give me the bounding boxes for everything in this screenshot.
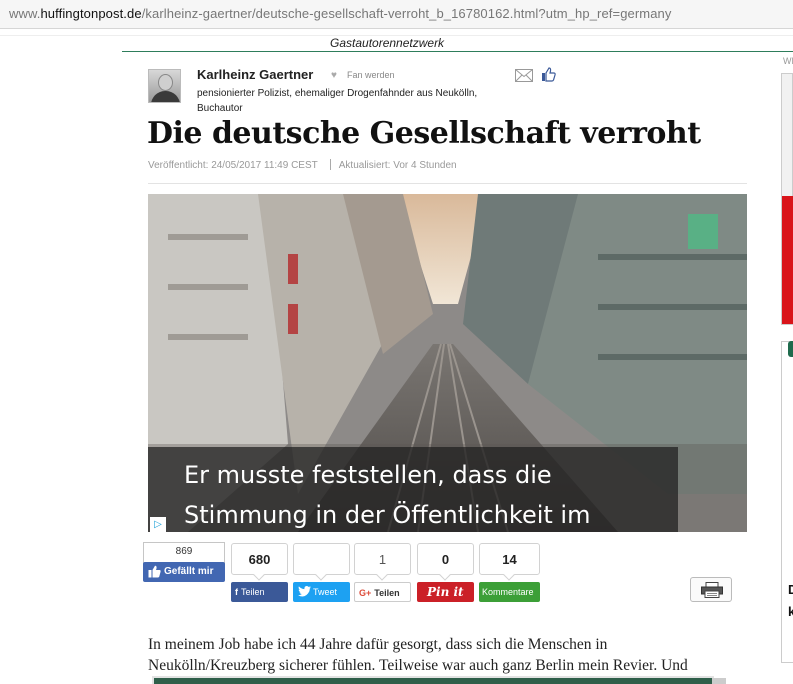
embedded-content-strip[interactable] — [152, 676, 714, 684]
google-plus-icon: G+ — [359, 588, 372, 598]
updated-date: Aktualisiert: Vor 4 Stunden — [338, 160, 457, 171]
fb-like-button[interactable]: Gefällt mir — [143, 562, 225, 582]
facebook-share-label: Teilen — [241, 587, 265, 597]
url-domain: huffingtonpost.de — [40, 6, 142, 21]
meta-separator — [329, 159, 331, 170]
twitter-share-label: Tweet — [313, 587, 338, 597]
print-button[interactable] — [690, 577, 732, 602]
embedded-content-edge — [712, 678, 726, 684]
mail-icon[interactable] — [515, 69, 533, 82]
comments-button[interactable]: Kommentare — [479, 582, 540, 602]
heart-icon[interactable]: ♥ — [331, 70, 337, 81]
avatar-head — [158, 74, 173, 91]
url-prefix: www. — [9, 6, 41, 21]
browser-address-bar[interactable]: www.huffingtonpost.de/karlheinz-gaertner… — [0, 0, 793, 29]
twitter-bird-icon — [298, 586, 311, 597]
url-text[interactable]: www.huffingtonpost.de/karlheinz-gaertner… — [9, 6, 671, 21]
section-header: Gastautorennetzwerk — [122, 35, 793, 52]
sidebar-teaser-text-2[interactable]: k — [788, 604, 793, 619]
body-line-1: In meinem Job habe ich 44 Jahre dafür ge… — [148, 636, 608, 653]
facebook-icon: f — [235, 587, 238, 597]
sidebar-label: WE — [783, 56, 793, 66]
network-label[interactable]: Gastautorennetzwerk — [330, 36, 444, 50]
author-name[interactable]: Karlheinz Gaertner — [197, 67, 313, 82]
sidebar-teaser-text-1[interactable]: D — [788, 582, 793, 597]
url-path: /karlheinz-gaertner/deutsche-gesellschaf… — [141, 6, 672, 21]
fb-like-label: Gefällt mir — [164, 566, 214, 577]
article-meta: Veröffentlicht: 24/05/2017 11:49 CEST Akt… — [148, 159, 457, 171]
caption-line-1: Er musste feststellen, dass die — [184, 461, 552, 489]
thumbs-up-icon[interactable] — [541, 67, 556, 82]
twitter-share-button[interactable]: Tweet — [293, 582, 350, 602]
pinterest-button[interactable]: Pin it — [417, 582, 474, 602]
printer-icon — [701, 582, 723, 598]
author-avatar[interactable] — [148, 69, 181, 103]
article-headline: Die deutsche Gesellschaft verroht — [147, 116, 701, 151]
fan-button[interactable]: Fan werden — [347, 70, 395, 80]
ad-choices-icon[interactable]: ▷ — [150, 517, 166, 532]
caption-line-2: Stimmung in der Öffentlichkeit im — [184, 501, 591, 529]
avatar-shoulders — [151, 91, 180, 102]
article-body: In meinem Job habe ich 44 Jahre dafür ge… — [148, 634, 728, 676]
author-bio: pensionierter Polizist, ehemaliger Droge… — [197, 88, 478, 114]
video-caption: Er musste feststellen, dass die Stimmung… — [184, 455, 684, 535]
google-plus-share-button[interactable]: G+ Teilen — [354, 582, 411, 602]
sidebar-ad-red-block — [782, 196, 793, 324]
body-line-2: Neukölln/Kreuzberg sicherer fühlen. Teil… — [148, 657, 688, 674]
sidebar-teaser-tab — [788, 341, 793, 357]
thumbs-up-icon — [148, 565, 161, 578]
headline-divider — [148, 183, 747, 184]
facebook-share-button[interactable]: f Teilen — [231, 582, 288, 602]
google-share-label: Teilen — [374, 588, 400, 598]
fb-like-count: 869 — [175, 546, 193, 557]
published-date: Veröffentlicht: 24/05/2017 11:49 CEST — [148, 160, 318, 171]
